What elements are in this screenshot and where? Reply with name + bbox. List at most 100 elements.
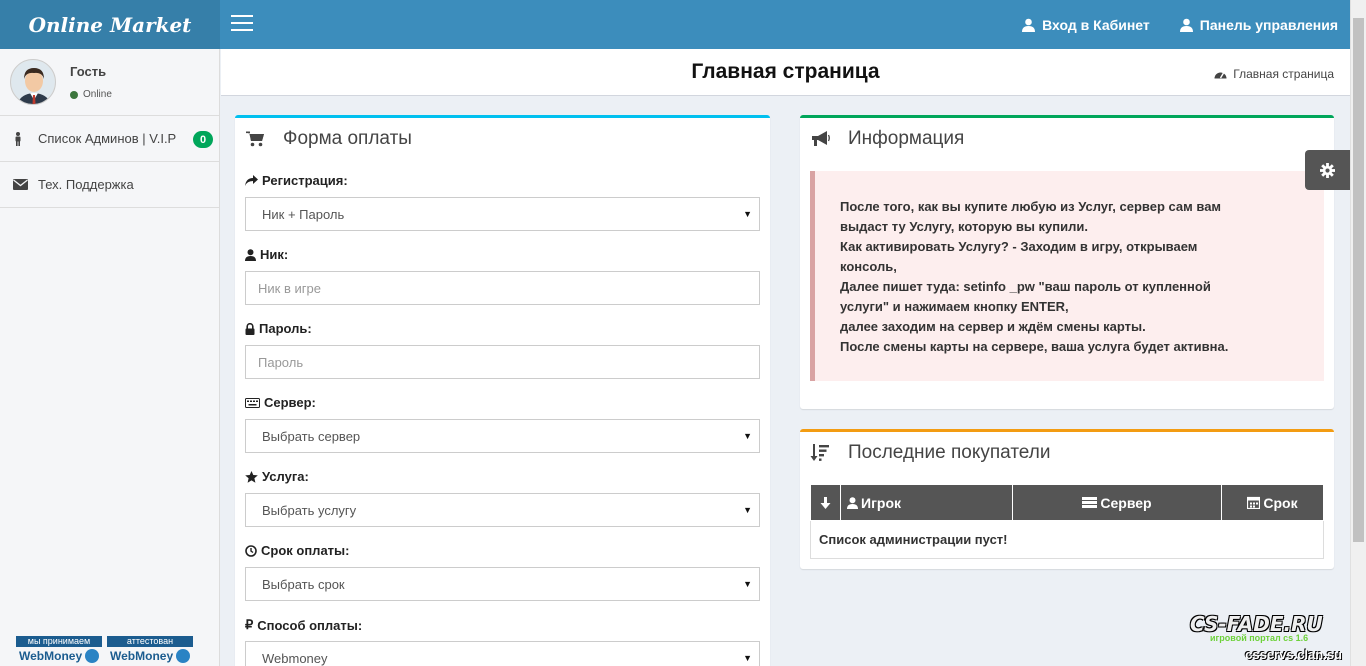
player-column-header[interactable]: Игрок — [840, 484, 1013, 521]
service-select-value: Выбрать услугу — [262, 502, 357, 518]
watermark-url: csservs.clan.su — [1245, 647, 1342, 662]
keyboard-icon — [245, 397, 260, 408]
calendar-icon — [1247, 496, 1261, 509]
info-line: выдаст ту Услугу, которую вы купили. — [840, 219, 1088, 234]
sidebar-item-support[interactable]: Тех. Поддержка — [0, 162, 219, 208]
webmoney-badge-brand: WebMoney — [107, 647, 193, 664]
info-title: Информация — [848, 128, 965, 149]
payment-form-title: Форма оплаты — [283, 128, 412, 149]
ruble-icon: ₽ — [245, 617, 254, 632]
webmoney-badge-brand-label: WebMoney — [19, 648, 83, 663]
sidebar-item-label: Список Админов | V.I.P — [38, 131, 177, 146]
megaphone-icon — [810, 131, 830, 147]
user-status-label: Online — [83, 89, 112, 100]
server-label-text: Сервер: — [264, 395, 316, 410]
password-input[interactable]: Пароль — [245, 345, 760, 379]
top-nav: Вход в Кабинет Панель управления — [1022, 0, 1338, 49]
nick-input[interactable]: Ник в игре — [245, 271, 760, 305]
scrollbar-thumb[interactable] — [1353, 18, 1364, 542]
count-badge: 0 — [193, 131, 213, 148]
info-line: Как активировать Услугу? - Заходим в игр… — [840, 239, 1198, 254]
menu-toggle-icon[interactable] — [231, 15, 253, 33]
lock-icon — [245, 322, 255, 335]
user-icon — [847, 496, 858, 509]
user-icon — [1179, 18, 1193, 32]
webmoney-badge-caption: аттестован — [107, 636, 193, 647]
sidebar: Гость Online Список Админов | V.I.P 0 Те… — [0, 49, 220, 666]
clock-icon — [245, 544, 257, 557]
sidebar-item-label: Тех. Поддержка — [38, 177, 134, 192]
globe-icon — [176, 648, 191, 663]
server-list-icon — [1082, 497, 1098, 508]
dashboard-icon — [1214, 72, 1227, 79]
table-header-row: Игрок Сервер Срок — [810, 484, 1324, 521]
dropdown-arrow-icon: ▼ — [743, 505, 752, 515]
term-column-header[interactable]: Срок — [1221, 484, 1324, 521]
webmoney-badge-brand-label: WebMoney — [110, 648, 174, 663]
payment-method-select-value: Webmoney — [262, 650, 328, 666]
service-label: Услуга: — [245, 469, 309, 484]
payment-form-box: Форма оплаты Регистрация: Ник + Пароль ▼… — [235, 115, 770, 666]
info-line: далее заходим на сервер и ждём смены кар… — [840, 319, 1146, 334]
sidebar-item-admins[interactable]: Список Админов | V.I.P 0 — [0, 116, 219, 162]
webmoney-attested-badge[interactable]: аттестован WebMoney — [107, 636, 193, 664]
service-label-text: Услуга: — [262, 469, 309, 484]
password-input-placeholder: Пароль — [258, 354, 304, 370]
cabinet-login-label: Вход в Кабинет — [1042, 16, 1150, 33]
registration-label: Регистрация: — [245, 173, 348, 188]
column-header-label: Срок — [1263, 494, 1298, 511]
column-header-label: Игрок — [861, 494, 902, 511]
server-label: Сервер: — [245, 395, 316, 410]
column-header-label: Сервер — [1100, 494, 1152, 511]
registration-select[interactable]: Ник + Пароль ▼ — [245, 197, 760, 231]
webmoney-badge-caption: мы принимаем — [16, 636, 102, 647]
registration-label-text: Регистрация: — [262, 173, 348, 188]
term-label-text: Срок оплаты: — [261, 543, 350, 558]
cart-icon — [245, 131, 265, 147]
breadcrumb[interactable]: Главная страница — [1214, 67, 1334, 81]
server-column-header[interactable]: Сервер — [1012, 484, 1222, 521]
webmoney-badge-brand: WebMoney — [16, 647, 102, 664]
info-box: Информация После того, как вы купите люб… — [800, 115, 1334, 409]
server-select[interactable]: Выбрать сервер ▼ — [245, 419, 760, 453]
buyers-table: Игрок Сервер Срок Список администрации п… — [810, 484, 1324, 559]
user-icon — [1022, 18, 1036, 32]
app-logo[interactable]: Online Market — [0, 0, 220, 49]
payment-method-select[interactable]: Webmoney ▼ — [245, 641, 760, 666]
info-callout: После того, как вы купите любую из Услуг… — [810, 171, 1324, 381]
webmoney-accept-badge[interactable]: мы принимаем WebMoney — [16, 636, 102, 664]
term-label: Срок оплаты: — [245, 543, 349, 558]
service-select[interactable]: Выбрать услугу ▼ — [245, 493, 760, 527]
last-buyers-header: Последние покупатели — [800, 432, 1334, 474]
dropdown-arrow-icon: ▼ — [743, 209, 752, 219]
settings-toggle[interactable] — [1305, 150, 1350, 190]
table-row: Список администрации пуст! — [810, 520, 1324, 559]
user-name: Гость — [70, 64, 107, 79]
gear-icon — [1320, 162, 1335, 178]
info-line: Далее пишет туда: setinfo _pw "ваш парол… — [840, 279, 1211, 294]
star-icon — [245, 470, 258, 483]
online-dot-icon — [70, 90, 78, 99]
user-icon — [245, 248, 256, 261]
control-panel-link[interactable]: Панель управления — [1179, 17, 1338, 33]
page-scrollbar[interactable] — [1350, 0, 1366, 666]
sort-column-header[interactable] — [810, 484, 841, 521]
info-line: После того, как вы купите любую из Услуг… — [840, 199, 1222, 214]
nick-label: Ник: — [245, 247, 288, 262]
server-select-value: Выбрать сервер — [262, 428, 361, 444]
share-arrow-icon — [245, 175, 258, 186]
term-select[interactable]: Выбрать срок ▼ — [245, 567, 760, 601]
site-watermark: CS-FADE.RU игровой портал cs 1.6 csservs… — [1190, 612, 1350, 666]
globe-icon — [85, 648, 100, 663]
empty-table-message: Список администрации пуст! — [810, 520, 1324, 559]
user-status: Online — [70, 89, 112, 100]
cabinet-login-link[interactable]: Вход в Кабинет — [1022, 17, 1150, 33]
info-line: услуги" и нажимаем кнопку ENTER, — [840, 299, 1069, 314]
person-icon — [13, 131, 31, 146]
page-title: Главная страница — [691, 60, 880, 83]
watermark-tagline: игровой портал cs 1.6 — [1210, 633, 1309, 643]
breadcrumb-home: Главная страница — [1233, 67, 1334, 81]
last-buyers-title: Последние покупатели — [848, 442, 1051, 463]
payment-method-label-text: Способ оплаты: — [257, 617, 363, 633]
payment-form-header: Форма оплаты — [235, 118, 770, 160]
